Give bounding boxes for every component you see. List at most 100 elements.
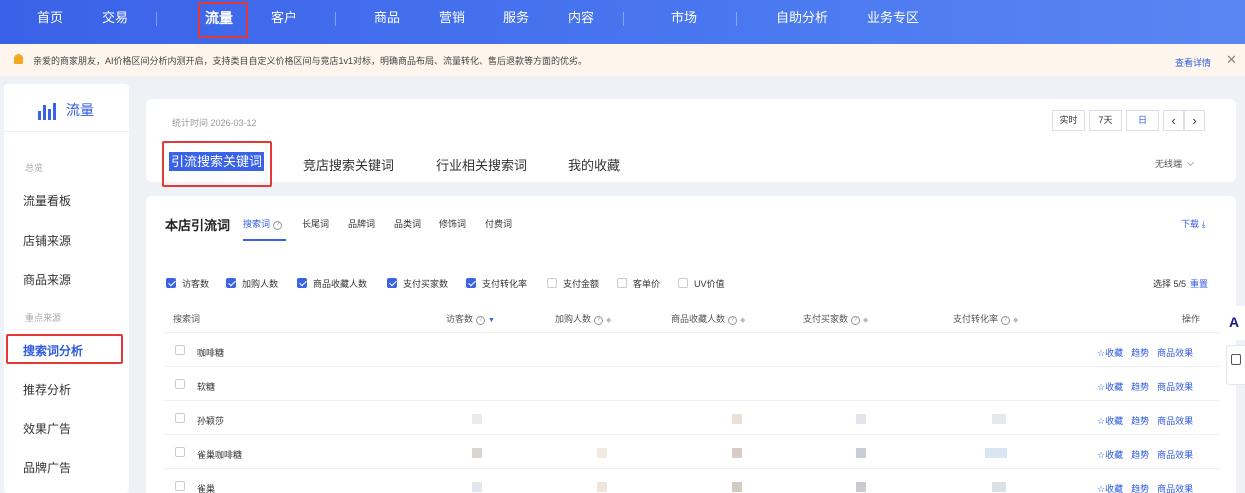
col-favorites[interactable]: 商品收藏人数? ◆ [671,312,745,325]
metric-visitors[interactable]: 访客数 [166,277,209,290]
sidebar-item-store-source[interactable]: 店铺来源 [23,232,71,249]
metric-favorites[interactable]: 商品收藏人数 [297,277,367,290]
trend-link[interactable]: 趋势 [1131,416,1149,426]
help-icon[interactable]: ? [851,316,861,325]
col-buyers[interactable]: 支付买家数? ◆ [803,312,868,325]
range-7days[interactable]: 7天 [1089,110,1122,131]
favorite-link[interactable]: ☆收藏 [1097,450,1123,460]
help-icon[interactable]: ? [273,221,283,230]
reset-button[interactable]: 重置 [1190,279,1208,289]
subtab-long-tail[interactable]: 长尾词 [302,217,329,230]
sidebar-item-recommend-analysis[interactable]: 推荐分析 [23,381,71,398]
help-icon[interactable]: ? [728,316,738,325]
subtab-modifier[interactable]: 修饰词 [439,217,466,230]
row-checkbox[interactable] [175,345,185,355]
subtab-label: 搜索词 [243,219,271,229]
checkbox[interactable] [226,278,236,288]
feedback-widget[interactable] [1226,345,1245,385]
tab-favorites[interactable]: 我的收藏 [568,155,620,174]
nav-business-zone[interactable]: 业务专区 [867,0,919,36]
stat-time: 统计时间 2026-03-12 [172,118,257,128]
favorite-link[interactable]: ☆收藏 [1097,484,1123,493]
nav-self-analysis[interactable]: 自助分析 [776,0,828,36]
row-checkbox[interactable] [175,379,185,389]
terminal-select[interactable]: 无线端 [1155,157,1195,170]
sort-icon[interactable]: ◆ [863,316,868,324]
nav-market[interactable]: 市场 [671,0,697,36]
subtab-brand[interactable]: 品牌词 [348,217,375,230]
nav-product[interactable]: 商品 [374,0,400,36]
sort-icon[interactable]: ▼ [488,317,495,324]
nav-trade[interactable]: 交易 [102,0,128,36]
close-icon[interactable]: ✕ [1226,52,1237,68]
nav-customer[interactable]: 客户 [271,0,297,36]
product-effect-link[interactable]: 商品效果 [1157,450,1193,460]
metric-conversion[interactable]: 支付转化率 [466,277,527,290]
sidebar-item-product-source[interactable]: 商品来源 [23,271,71,288]
product-effect-link[interactable]: 商品效果 [1157,416,1193,426]
checkbox[interactable] [166,278,176,288]
metric-payment[interactable]: 支付金额 [547,277,599,290]
favorite-link[interactable]: ☆收藏 [1097,348,1123,358]
row-checkbox[interactable] [175,447,185,457]
subtab-search-words[interactable]: 搜索词? [243,217,283,230]
col-conversion[interactable]: 支付转化率? ◆ [953,312,1018,325]
col-visitors[interactable]: 访客数? ▼ [446,312,495,325]
sidebar-item-traffic-board[interactable]: 流量看板 [23,192,71,209]
product-effect-link[interactable]: 商品效果 [1157,348,1193,358]
sort-icon[interactable]: ◆ [740,316,745,324]
metric-buyers[interactable]: 支付买家数 [387,277,448,290]
tab-competitor-keywords[interactable]: 竞店搜索关键词 [303,155,394,174]
nav-content[interactable]: 内容 [568,0,594,36]
tab-industry-keywords[interactable]: 行业相关搜索词 [436,155,527,174]
ai-assistant-icon[interactable]: A [1229,314,1239,330]
help-icon[interactable]: ? [476,316,486,325]
row-divider [165,434,1220,435]
next-arrow-icon[interactable]: › [1184,110,1205,131]
notice-details-link[interactable]: 查看详情 [1175,56,1211,69]
metric-uv-value[interactable]: UV价值 [678,277,725,290]
metric-avg-order[interactable]: 客单价 [617,277,660,290]
checkbox[interactable] [547,278,557,288]
prev-arrow-icon[interactable]: ‹ [1163,110,1184,131]
sort-icon[interactable]: ◆ [606,316,611,324]
trend-link[interactable]: 趋势 [1131,450,1149,460]
checkbox[interactable] [678,278,688,288]
checkbox[interactable] [387,278,397,288]
col-label: 访客数 [446,314,474,324]
product-effect-link[interactable]: 商品效果 [1157,484,1193,493]
sidebar-item-brand-ads[interactable]: 品牌广告 [23,459,71,476]
col-actions: 操作 [1182,314,1201,324]
product-effect-link[interactable]: 商品效果 [1157,382,1193,392]
trend-link[interactable]: 趋势 [1131,484,1149,493]
nav-home[interactable]: 首页 [37,0,63,36]
keyword-text: 孙颖莎 [197,416,225,426]
nav-service[interactable]: 服务 [503,0,529,36]
col-add-cart[interactable]: 加购人数? ◆ [555,312,611,325]
row-checkbox[interactable] [175,413,185,423]
subtab-category[interactable]: 品类词 [394,217,421,230]
favorite-link[interactable]: ☆收藏 [1097,382,1123,392]
help-icon[interactable]: ? [594,316,604,325]
subtab-underline [243,239,286,241]
row-actions: ☆收藏 趋势 商品效果 [1097,346,1201,359]
nav-marketing[interactable]: 营销 [439,0,465,36]
divider [4,131,129,132]
sidebar: 流量 总览 流量看板 店铺来源 商品来源 重点来源 搜索词分析 推荐分析 效果广… [4,84,129,493]
checkbox[interactable] [466,278,476,288]
download-button[interactable]: 下载 ⤓ [1181,217,1205,230]
sort-icon[interactable]: ◆ [1013,316,1018,324]
metric-add-cart[interactable]: 加购人数 [226,277,278,290]
row-actions: ☆收藏 趋势 商品效果 [1097,482,1201,493]
trend-link[interactable]: 趋势 [1131,382,1149,392]
sidebar-item-performance-ads[interactable]: 效果广告 [23,420,71,437]
checkbox[interactable] [297,278,307,288]
help-icon[interactable]: ? [1001,316,1011,325]
subtab-paid[interactable]: 付费词 [485,217,512,230]
trend-link[interactable]: 趋势 [1131,348,1149,358]
checkbox[interactable] [617,278,627,288]
range-realtime[interactable]: 实时 [1052,110,1085,131]
row-checkbox[interactable] [175,481,185,491]
favorite-link[interactable]: ☆收藏 [1097,416,1123,426]
range-day[interactable]: 日 [1126,110,1159,131]
